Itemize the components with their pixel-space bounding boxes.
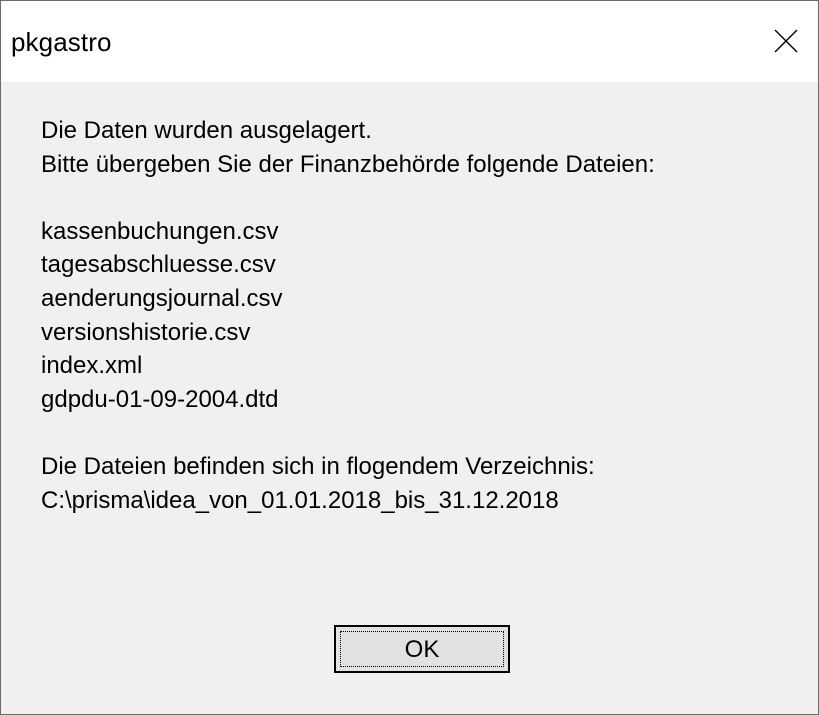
file-item: index.xml <box>41 352 143 380</box>
ok-button[interactable]: OK <box>334 625 510 673</box>
message-text: Die Daten wurden ausgelagert. Bitte über… <box>41 114 808 517</box>
close-button[interactable] <box>748 1 818 82</box>
title-bar: pkgastro <box>1 1 818 82</box>
message-dialog: pkgastro Die Daten wurden ausgelagert. B… <box>0 0 819 715</box>
intro-line-1: Die Daten wurden ausgelagert. <box>41 117 372 144</box>
close-icon <box>774 29 798 53</box>
file-item: versionshistorie.csv <box>41 318 251 346</box>
file-item: tagesabschluesse.csv <box>41 251 276 279</box>
location-line: Die Dateien befinden sich in flogendem V… <box>41 452 595 480</box>
ok-button-label: OK <box>404 636 440 663</box>
file-item: aenderungsjournal.csv <box>41 284 283 312</box>
file-item: kassenbuchungen.csv <box>41 217 279 245</box>
intro-line-2: Bitte übergeben Sie der Finanzbehörde fo… <box>41 150 655 178</box>
window-title: pkgastro <box>11 27 112 57</box>
file-item: gdpdu-01-09-2004.dtd <box>41 385 279 413</box>
directory-path: C:\prisma\idea_von_01.01.2018_bis_31.12.… <box>41 486 559 514</box>
